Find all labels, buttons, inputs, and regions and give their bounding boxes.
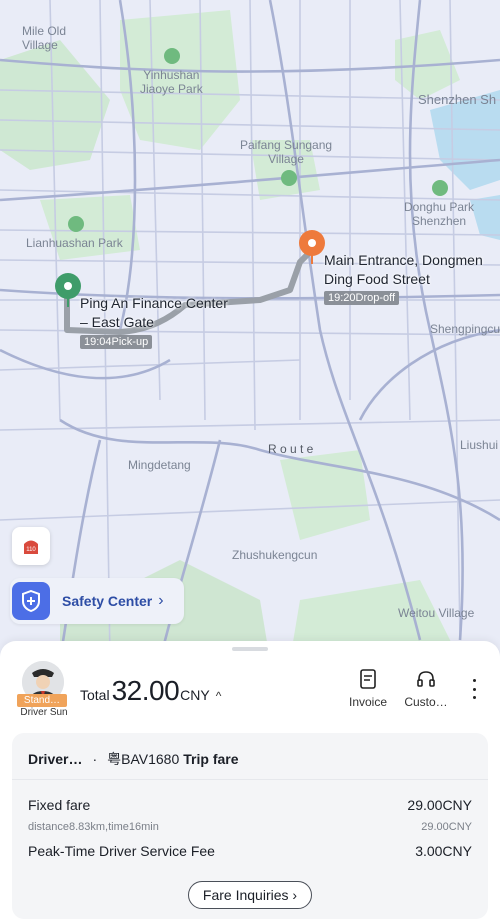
- place-label: Liushui: [460, 438, 499, 452]
- invoice-label: Invoice: [348, 695, 388, 709]
- fare-title: Trip fare: [183, 751, 239, 767]
- park-icon: [432, 180, 448, 196]
- emergency-110-button[interactable]: 110: [12, 527, 50, 565]
- dropoff-time-tag: 19:20Drop-off: [324, 291, 400, 305]
- driver-name: Driver Sun: [20, 707, 68, 718]
- fare-item-amount: 3.00CNY: [415, 843, 472, 859]
- place-label: Zhushukengcun: [232, 548, 318, 562]
- park-icon: [281, 170, 297, 186]
- dropoff-pin-tail: [311, 254, 313, 264]
- fare-item-name: Peak-Time Driver Service Fee: [28, 843, 215, 859]
- fare-detail-amount: 29.00CNY: [421, 821, 472, 833]
- map-view[interactable]: Mile Old Village Yinhushan Jiaoye Park She…: [0, 0, 500, 660]
- pickup-pin-icon[interactable]: [55, 273, 81, 299]
- place-label: Lianhuashan Park: [26, 236, 123, 250]
- dropoff-location-label: Main Entrance, Dongmen Ding Food Street: [324, 252, 483, 287]
- fare-detail-text: distance8.83km,time16min: [28, 821, 159, 833]
- invoice-button[interactable]: Invoice: [340, 667, 396, 709]
- shield-icon: [12, 582, 50, 620]
- fare-line-item: Peak-Time Driver Service Fee 3.00CNY: [28, 843, 472, 859]
- customer-service-label: Custo…: [404, 695, 448, 709]
- place-label: Shenzhen Sh: [418, 92, 497, 107]
- safety-center-button[interactable]: Safety Center ›: [10, 578, 184, 624]
- chevron-right-icon: ›: [158, 592, 164, 609]
- invoice-icon: [340, 667, 396, 691]
- place-label: Donghu Park Shenzhen: [404, 200, 475, 228]
- trip-summary-sheet: Stand… Driver Sun Total 32.00 CNY ^ Invo…: [0, 641, 500, 919]
- driver-short-label: Driver…: [28, 751, 83, 767]
- road-label: R o u t e: [268, 442, 314, 456]
- svg-text:110: 110: [26, 547, 36, 553]
- fare-line-detail: distance8.83km,time16min 29.00CNY: [28, 821, 472, 833]
- total-currency: CNY: [180, 687, 210, 703]
- safety-center-label: Safety Center: [62, 593, 153, 609]
- customer-service-button[interactable]: Custo…: [398, 667, 454, 709]
- fare-breakdown-card: Driver… · 粤BAV1680 Trip fare Fixed fare …: [12, 733, 488, 919]
- park-icon: [164, 48, 180, 64]
- place-label: Mingdetang: [128, 458, 191, 472]
- separator-dot: ·: [92, 751, 98, 767]
- more-vertical-icon[interactable]: [468, 679, 480, 699]
- place-label: Mile Old Village: [22, 24, 67, 52]
- total-label: Total: [80, 687, 110, 703]
- license-plate: 粤BAV1680: [107, 751, 180, 767]
- chevron-up-icon[interactable]: ^: [216, 689, 222, 703]
- headset-icon: [398, 667, 454, 691]
- total-fare[interactable]: Total 32.00 CNY ^: [80, 675, 221, 707]
- divider: [12, 779, 488, 780]
- pickup-time-tag: 19:04Pick-up: [80, 335, 153, 349]
- fare-inquiries-button[interactable]: Fare Inquiries ›: [188, 881, 312, 909]
- driver-rating-badge: Stand…: [17, 694, 67, 707]
- place-label: Paifang Sungang Village: [240, 138, 333, 166]
- fare-item-name: Fixed fare: [28, 797, 91, 813]
- place-label: Weitou Village: [398, 606, 475, 620]
- pickup-location-label: Ping An Finance Center – East Gate: [80, 295, 228, 330]
- park-icon: [68, 216, 84, 232]
- drag-handle[interactable]: [232, 647, 268, 651]
- fare-line-item: Fixed fare 29.00CNY: [28, 797, 472, 813]
- fare-card-header: Driver… · 粤BAV1680 Trip fare: [28, 749, 239, 769]
- total-amount: 32.00: [111, 675, 180, 706]
- pickup-pin-tail: [67, 297, 69, 307]
- fare-item-amount: 29.00CNY: [407, 797, 472, 813]
- dropoff-pin-icon[interactable]: [299, 230, 325, 256]
- place-label: Yinhushan Jiaoye Park: [140, 68, 203, 96]
- place-label: Shengpingcu: [430, 322, 500, 336]
- emergency-icon: 110: [24, 540, 38, 554]
